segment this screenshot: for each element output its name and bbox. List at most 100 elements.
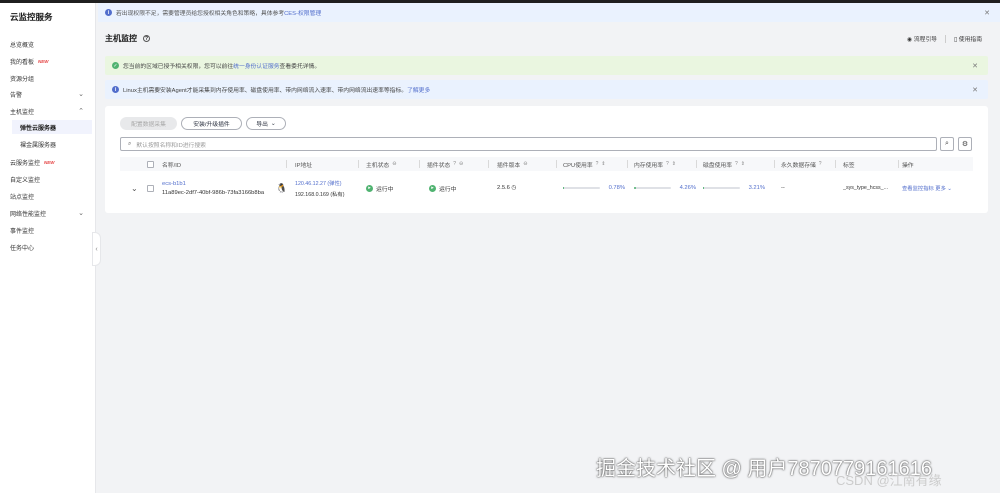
sidebar: 云监控服务 总览概览 我的看板 NEW 资源分组 告警 ⌄ 主机监控 ⌃ 弹性云服务器…	[0, 3, 96, 493]
sidebar-item-task-center[interactable]: 任务中心	[10, 240, 90, 254]
authorization-alert-text: 您当前的区域已授予相关权限，您可以前往	[123, 64, 234, 70]
chevron-left-icon: ‹	[95, 245, 98, 253]
sidebar-item-label: 裸金属服务器	[20, 142, 57, 149]
col-memory[interactable]: 内存使用率? ⇕	[634, 157, 676, 171]
learn-more-link[interactable]: 了解更多	[407, 85, 430, 94]
sidebar-item-network-monitoring[interactable]: 网络性能监控 ⌄	[10, 206, 90, 220]
sidebar-item-label: 告警	[10, 92, 23, 99]
close-icon[interactable]: ✕	[972, 86, 978, 94]
gear-icon: ⚙	[961, 141, 969, 148]
checkbox[interactable]	[147, 160, 154, 168]
checkbox[interactable]	[147, 184, 154, 192]
column-label: 操作	[902, 162, 914, 169]
memory-usage: 4.26%	[634, 174, 696, 202]
chevron-down-icon: ⌄	[78, 91, 84, 98]
table-header: 名称/ID IP地址 主机状态 ⊖ 插件状态? ⊖ 插件版本 ⊖ CPU使用率? ⇕ 内…	[120, 157, 973, 171]
info-icon: i	[105, 9, 112, 16]
help-icon[interactable]: ?	[143, 35, 150, 42]
view-metrics-link[interactable]: 查看监控指标	[902, 186, 934, 192]
config-data-collection-button[interactable]: 配置数据采集	[120, 117, 177, 130]
col-disk[interactable]: 磁盘使用率? ⇕	[703, 157, 745, 171]
column-label: 主机状态	[366, 162, 390, 169]
authorization-alert: ✓ 您当前的区域已授予相关权限，您可以前往 统一身份认证服务 查看委托详情。 ✕	[105, 56, 988, 75]
filter-icon[interactable]: ⊖	[392, 161, 396, 167]
host-id: 11a89ec-2df7-40bf-986b-73fa3166b8ba	[162, 189, 265, 196]
sort-icon[interactable]: ⇕	[672, 161, 676, 167]
select-all-checkbox[interactable]	[147, 157, 154, 171]
permission-doc-link[interactable]: CES-权限管理	[284, 8, 321, 17]
guide-button[interactable]: ◉ 流程引导	[907, 34, 937, 43]
sidebar-item-event-monitoring[interactable]: 事件监控	[10, 223, 90, 237]
public-ip: 120.46.12.27 (弹性)	[295, 180, 342, 187]
divider	[835, 160, 836, 168]
col-cpu[interactable]: CPU使用率? ⇕	[563, 157, 606, 171]
sidebar-item-dashboard[interactable]: 我的看板 NEW	[10, 54, 90, 68]
help-icon[interactable]: ?	[735, 161, 738, 167]
help-icon[interactable]: ?	[596, 161, 599, 167]
sidebar-item-site-monitoring[interactable]: 站点监控	[10, 189, 90, 203]
col-ip: IP地址	[295, 157, 312, 171]
cpu-usage-bar	[563, 187, 600, 189]
disk-usage-value: 3.21%	[748, 185, 765, 191]
help-icon[interactable]: ?	[819, 161, 822, 167]
sidebar-item-resource-groups[interactable]: 资源分组	[10, 71, 90, 85]
check-circle-icon: ✓	[112, 62, 119, 69]
col-plugin-status[interactable]: 插件状态? ⊖	[427, 157, 463, 171]
sort-icon[interactable]: ⇕	[741, 161, 745, 167]
cpu-usage-value: 0.78%	[608, 185, 625, 191]
sidebar-item-ecs[interactable]: 弹性云服务器	[12, 120, 92, 134]
column-label: 内存使用率	[634, 162, 663, 169]
plugin-version-text: 2.5.6	[497, 185, 510, 191]
row-checkbox[interactable]	[147, 174, 154, 202]
permission-banner-text: 若出现权限不足，需要管理员给您授权相关角色和策略，具体参考	[116, 11, 285, 17]
help-icon[interactable]: ?	[666, 161, 669, 167]
close-icon[interactable]: ✕	[984, 9, 990, 17]
sidebar-item-bms[interactable]: 裸金属服务器	[20, 137, 90, 151]
chevron-down-icon: ⌄	[270, 120, 276, 127]
column-label: 插件状态	[427, 162, 451, 169]
sort-icon[interactable]: ⇕	[601, 161, 605, 167]
col-plugin-version[interactable]: 插件版本 ⊖	[497, 157, 527, 171]
divider	[286, 160, 287, 168]
column-label: CPU使用率	[563, 162, 593, 169]
iam-link[interactable]: 统一身份认证服务	[233, 61, 279, 70]
search-button[interactable]: ⌕	[940, 137, 954, 151]
more-actions-label: 更多	[935, 186, 946, 192]
search-icon: ⌕	[945, 140, 949, 147]
col-host-status[interactable]: 主机状态 ⊖	[366, 157, 396, 171]
storage-text: --	[781, 185, 785, 191]
host-list-card: 配置数据采集 安装/升级插件 导出 ⌄ ⌕ 默认按照名称和ID进行搜索 ⌕ ⚙ 名…	[105, 106, 988, 213]
header-actions: ◉ 流程引导 ▯ 使用指南	[907, 34, 982, 43]
divider	[358, 160, 359, 168]
help-icon[interactable]: ?	[453, 161, 456, 167]
sidebar-item-host-monitoring[interactable]: 主机监控 ⌃	[10, 104, 90, 118]
running-icon: ▸	[366, 184, 373, 192]
settings-button[interactable]: ⚙	[958, 137, 972, 151]
sidebar-item-alarms[interactable]: 告警 ⌄	[10, 87, 90, 101]
new-badge: NEW	[44, 159, 55, 165]
filter-icon[interactable]: ⊖	[523, 161, 527, 167]
filter-icon[interactable]: ⊖	[459, 161, 463, 167]
install-plugin-button[interactable]: 安装/升级插件	[181, 117, 242, 130]
linux-icon: 🐧	[276, 174, 287, 202]
user-guide-button[interactable]: ▯ 使用指南	[954, 34, 982, 43]
host-name-link[interactable]: ecs-b1b1	[162, 181, 272, 187]
sidebar-item-cloud-service-monitoring[interactable]: 云服务监控 NEW	[10, 155, 90, 169]
col-storage[interactable]: 永久数据存储?	[781, 157, 822, 171]
expand-row-button[interactable]: ⌄	[131, 174, 138, 202]
more-actions-link[interactable]: 更多 ⌄	[935, 186, 952, 192]
sidebar-item-overview[interactable]: 总览概览	[10, 37, 90, 51]
column-label: 插件版本	[497, 162, 521, 169]
sidebar-item-custom-monitoring[interactable]: 自定义监控	[10, 172, 90, 186]
sidebar-item-label: 事件监控	[10, 228, 35, 235]
host-status-text: 运行中	[376, 186, 394, 193]
sidebar-item-label: 网络性能监控	[10, 211, 47, 218]
plugin-status-text: 运行中	[439, 186, 457, 193]
export-button[interactable]: 导出 ⌄	[246, 117, 286, 130]
divider	[556, 160, 557, 168]
sidebar-item-label: 自定义监控	[10, 177, 41, 184]
divider	[696, 160, 697, 168]
search-input[interactable]: ⌕ 默认按照名称和ID进行搜索	[120, 137, 937, 151]
close-icon[interactable]: ✕	[972, 62, 978, 70]
sidebar-collapse-handle[interactable]: ‹	[92, 232, 101, 266]
